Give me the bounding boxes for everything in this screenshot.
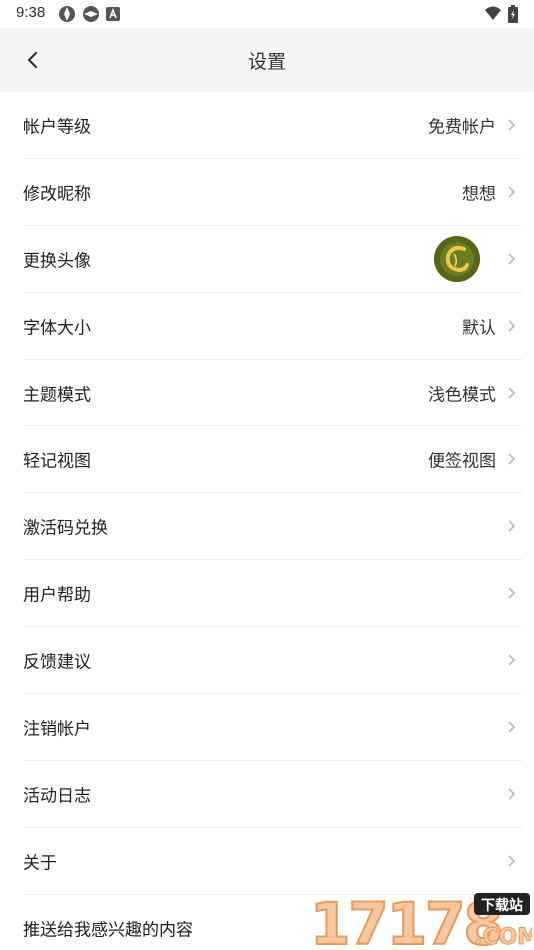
notification-icons — [58, 5, 120, 23]
settings-list: 帐户等级 免费帐户 修改昵称 想想 更换头像 字体大小 默认 主题模式 浅色模式… — [0, 92, 534, 950]
chevron-right-icon — [508, 119, 516, 131]
app-header: 设置 — [0, 28, 534, 92]
setting-activity-log[interactable]: 活动日志 — [23, 761, 522, 828]
chevron-right-icon — [508, 386, 516, 399]
setting-about[interactable]: 关于 — [23, 828, 522, 895]
setting-value: 浅色模式 — [428, 385, 496, 405]
aperture-icon — [59, 6, 75, 22]
setting-label: 帐户等级 — [23, 117, 91, 138]
setting-value: 便签视图 — [428, 451, 496, 472]
setting-label: 推送给我感兴趣的内容 — [23, 920, 193, 941]
setting-avatar[interactable]: 更换头像 — [23, 226, 522, 293]
chevron-right-icon — [508, 520, 516, 532]
setting-value: 免费帐户 — [428, 117, 496, 138]
setting-theme-mode[interactable]: 主题模式 浅色模式 — [23, 360, 522, 427]
avatar — [434, 235, 480, 282]
chevron-right-icon — [508, 654, 516, 666]
chevron-right-icon — [508, 721, 516, 733]
status-time: 9:38 — [16, 4, 46, 21]
avatar-image-icon — [434, 235, 480, 282]
setting-label: 主题模式 — [23, 385, 91, 405]
setting-label: 活动日志 — [23, 786, 91, 807]
setting-label: 激活码兑换 — [23, 518, 108, 539]
status-bar: 9:38 — [0, 0, 534, 28]
setting-label: 更换头像 — [23, 251, 91, 272]
setting-label: 修改昵称 — [23, 184, 91, 205]
setting-nickname[interactable]: 修改昵称 想想 — [23, 159, 522, 226]
watermark-logo: 17178 下载站 .COM — [308, 888, 534, 950]
setting-label: 反馈建议 — [23, 652, 91, 673]
setting-account-level[interactable]: 帐户等级 免费帐户 — [23, 92, 522, 159]
setting-value: 想想 — [462, 184, 496, 205]
chevron-right-icon — [508, 186, 516, 198]
chevron-right-icon — [508, 319, 516, 332]
font-a-icon — [106, 7, 120, 21]
system-icons — [484, 5, 518, 23]
chevron-right-icon — [508, 587, 516, 599]
chevron-right-icon — [508, 788, 516, 800]
aperture-icon — [83, 6, 99, 22]
chevron-right-icon — [508, 453, 516, 466]
setting-redeem-code[interactable]: 激活码兑换 — [23, 493, 522, 561]
setting-note-view[interactable]: 轻记视图 便签视图 — [23, 426, 522, 494]
watermark-17178-icon: 17178 下载站 .COM — [309, 889, 534, 950]
setting-label: 注销帐户 — [23, 719, 91, 740]
setting-label: 用户帮助 — [23, 585, 91, 606]
setting-user-help[interactable]: 用户帮助 — [23, 560, 522, 628]
battery-icon — [508, 5, 518, 23]
page-title: 设置 — [247, 51, 286, 73]
setting-feedback[interactable]: 反馈建议 — [23, 627, 522, 695]
setting-value: 默认 — [462, 318, 496, 339]
setting-delete-account[interactable]: 注销帐户 — [23, 694, 522, 761]
wifi-icon — [485, 6, 501, 20]
setting-label: 关于 — [23, 853, 57, 874]
chevron-right-icon — [508, 855, 516, 867]
setting-label: 字体大小 — [23, 318, 91, 339]
chevron-right-icon — [508, 253, 516, 265]
svg-text:.COM: .COM — [474, 925, 532, 950]
svg-text:下载站: 下载站 — [481, 897, 523, 914]
setting-font-size[interactable]: 字体大小 默认 — [23, 293, 522, 360]
setting-label: 轻记视图 — [23, 451, 91, 472]
